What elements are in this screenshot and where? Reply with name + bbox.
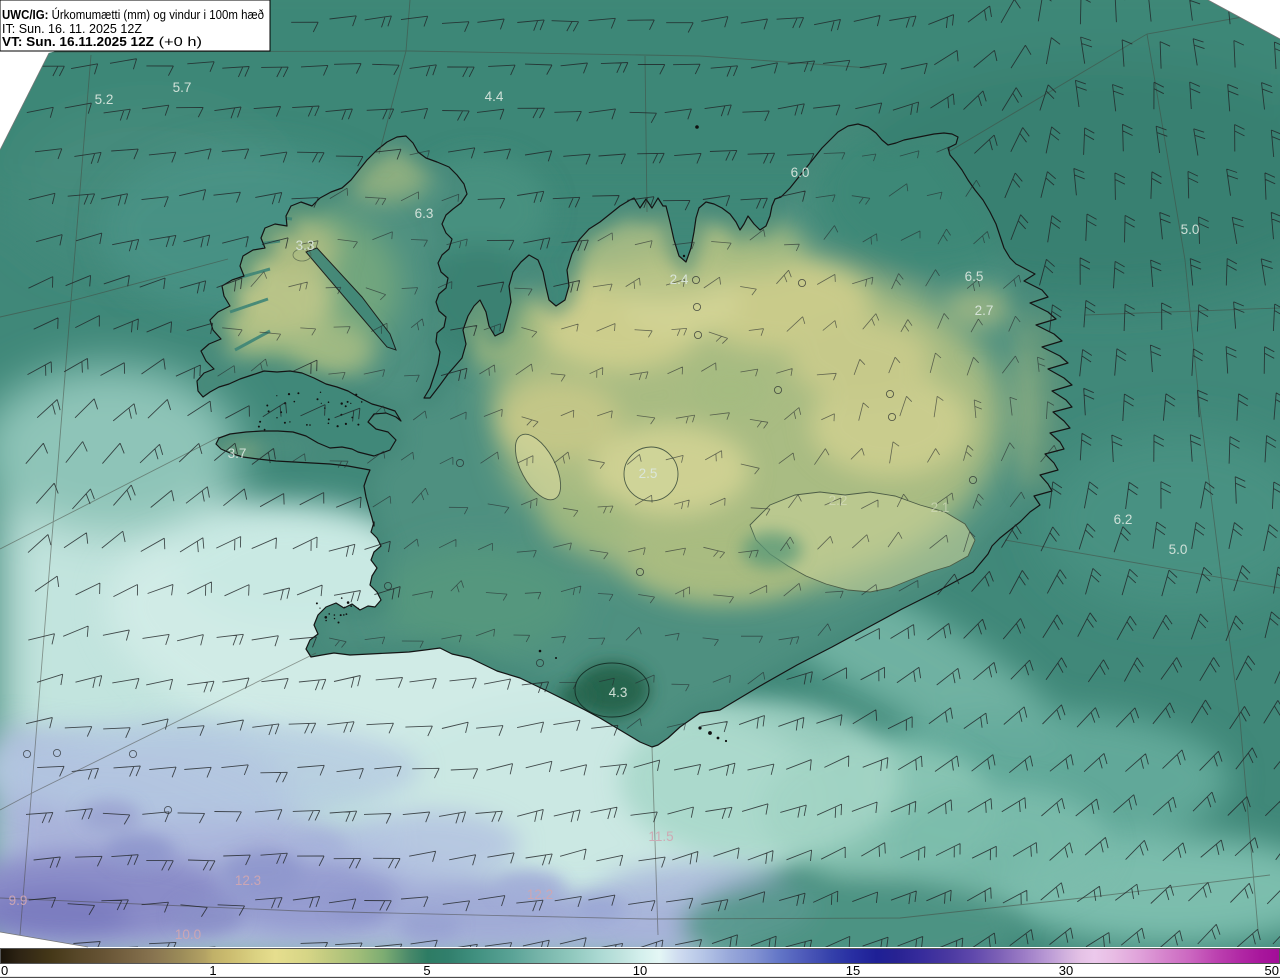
svg-text:10.0: 10.0 (175, 927, 201, 942)
svg-text:4.4: 4.4 (485, 89, 504, 104)
svg-text:5.0: 5.0 (1169, 542, 1188, 557)
svg-text:5.0: 5.0 (1181, 222, 1200, 237)
svg-text:9.9: 9.9 (9, 893, 28, 908)
svg-text:3.7: 3.7 (228, 446, 247, 461)
svg-text:2.7: 2.7 (975, 303, 994, 318)
svg-text:30: 30 (1059, 963, 1073, 978)
svg-text:6.5: 6.5 (965, 269, 984, 284)
svg-text:4.3: 4.3 (609, 685, 628, 700)
svg-text:12.2: 12.2 (527, 887, 553, 902)
svg-text:6.0: 6.0 (791, 165, 810, 180)
svg-text:12.3: 12.3 (235, 873, 261, 888)
svg-text:0: 0 (1, 963, 8, 978)
svg-text:1: 1 (209, 963, 216, 978)
svg-text:10: 10 (633, 963, 647, 978)
svg-text:5.7: 5.7 (173, 80, 192, 95)
svg-text:2.2: 2.2 (829, 493, 848, 508)
svg-text:5.2: 5.2 (95, 92, 114, 107)
svg-text:6.3: 6.3 (415, 206, 434, 221)
svg-text:2.5: 2.5 (639, 466, 658, 481)
svg-text:15: 15 (846, 963, 860, 978)
svg-text:3.3: 3.3 (296, 238, 315, 253)
svg-text:5: 5 (423, 963, 430, 978)
svg-text:50: 50 (1265, 963, 1279, 978)
svg-text:2.1: 2.1 (931, 500, 950, 515)
svg-text:UWC/IG: Úrkomumætti (mm) og vi: UWC/IG: Úrkomumætti (mm) og vindur i 100… (2, 7, 264, 22)
svg-text:11.5: 11.5 (648, 829, 673, 844)
svg-text:6.2: 6.2 (1114, 512, 1133, 527)
svg-text:IT: Sun. 16. 11. 2025 12Z: IT: Sun. 16. 11. 2025 12Z (2, 22, 142, 36)
svg-text:VT: Sun. 16.11.2025 12Z (+0 h): VT: Sun. 16.11.2025 12Z (+0 h) (2, 35, 202, 49)
svg-text:2.4: 2.4 (670, 272, 689, 287)
